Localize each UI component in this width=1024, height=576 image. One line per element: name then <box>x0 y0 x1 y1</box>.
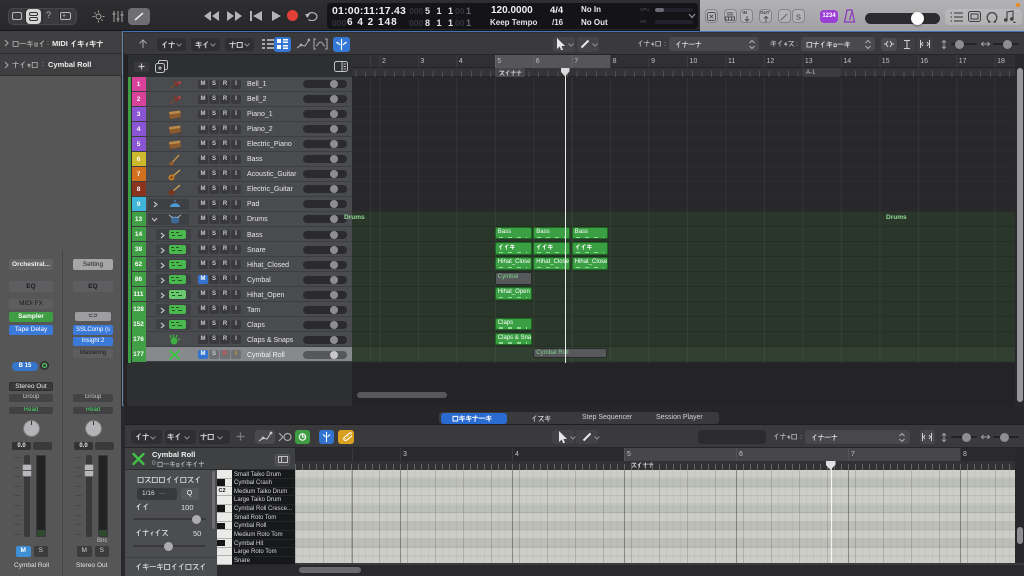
svg-text:S: S <box>796 12 801 21</box>
